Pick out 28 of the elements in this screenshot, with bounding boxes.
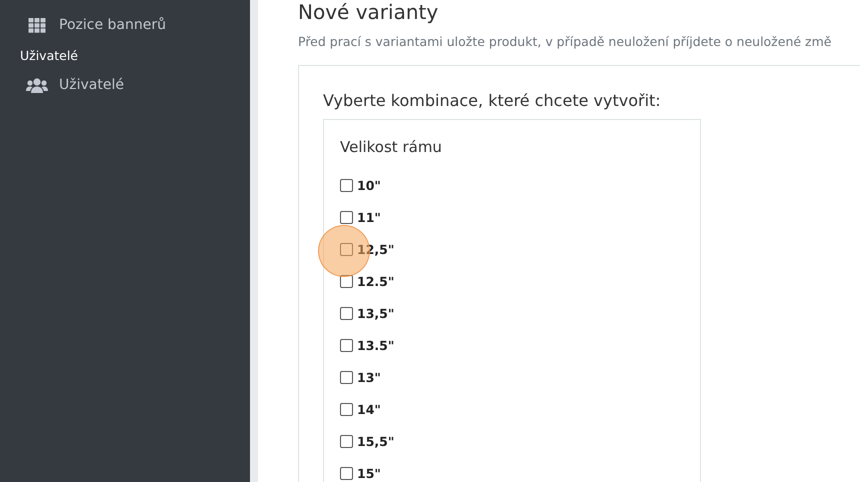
sidebar-item[interactable]: Uživatelé [0,70,250,98]
checkbox[interactable] [340,210,353,224]
group-title: Velikost rámu [340,138,443,156]
option-label: 10" [357,178,381,192]
option-label: 12.5" [357,274,394,288]
page-title: Nové varianty [298,1,440,23]
option-label: 13.5" [357,338,394,352]
form-prompt: Vyberte kombinace, které chcete vytvořit: [323,91,662,110]
page-note: Před prací s variantami uložte produkt, v případě neuložení příjdete o neuložené změ [298,34,832,49]
checkbox[interactable] [340,434,353,448]
grid-icon [26,18,48,32]
option-label: 15,5" [357,434,394,448]
option-label: 13,5" [357,306,394,320]
checkbox[interactable] [340,370,353,384]
checkbox[interactable] [340,274,353,288]
checkbox[interactable] [340,466,353,480]
option-label: 13" [357,370,381,384]
sidebar-heading: Uživatelé [19,47,79,65]
option-label: 11" [357,210,381,224]
users-icon [26,78,48,92]
sidebar-item[interactable]: Pozice bannerů [0,10,250,38]
checkbox[interactable] [340,306,353,320]
checkbox[interactable] [340,242,353,256]
checkbox[interactable] [340,338,353,352]
option-label: 15" [357,466,381,480]
checkbox[interactable] [340,178,353,192]
option-label: 14" [357,402,381,416]
checkbox[interactable] [340,402,353,416]
